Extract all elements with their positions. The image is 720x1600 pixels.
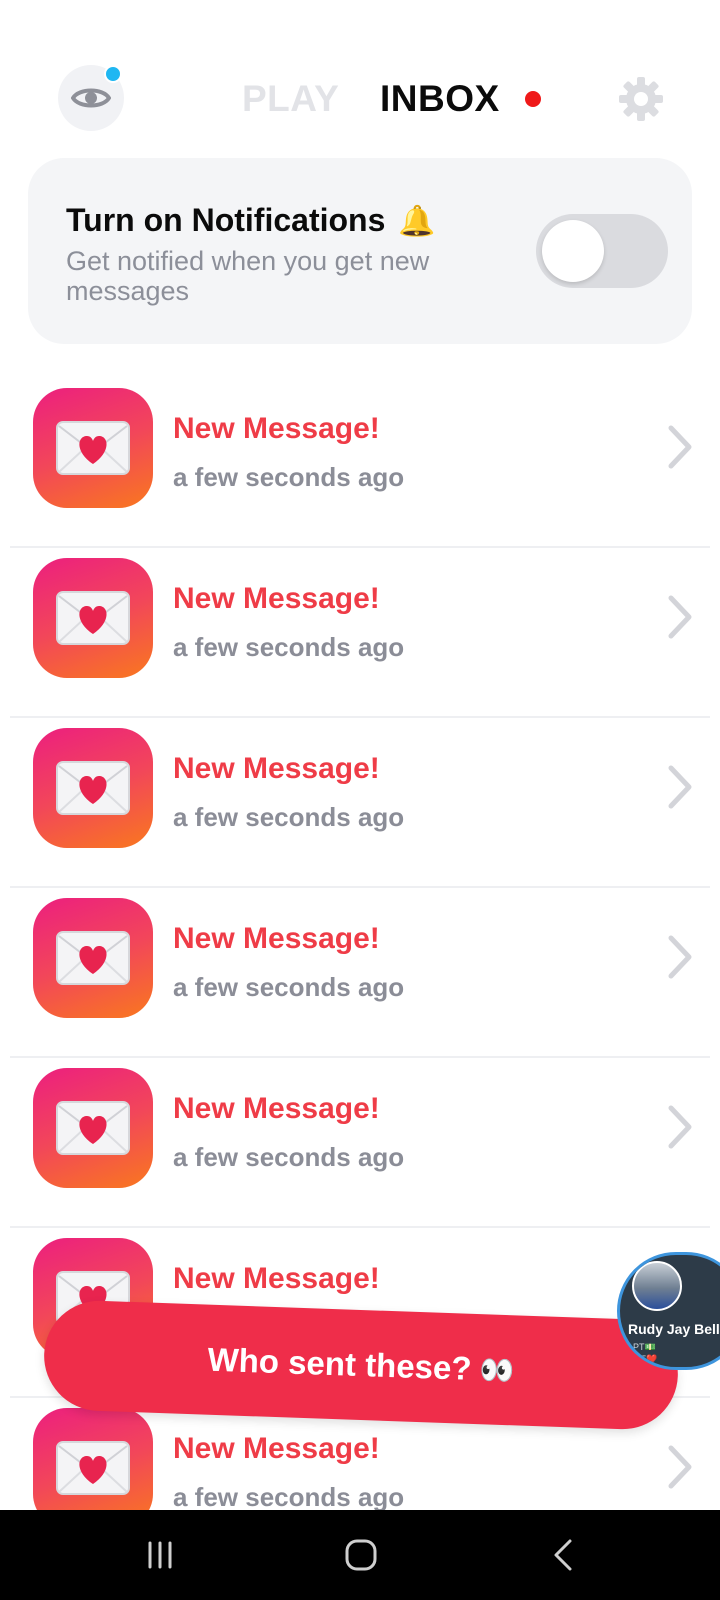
new-indicator-dot (104, 65, 122, 83)
message-title: New Message! (173, 582, 380, 615)
message-title: New Message! (173, 1432, 380, 1465)
message-title: New Message! (173, 1092, 380, 1125)
message-timestamp: a few seconds ago (173, 972, 405, 1002)
chevron-right-icon (668, 1105, 692, 1149)
toggle-knob (542, 220, 604, 282)
love-letter-icon (33, 1068, 153, 1188)
message-row[interactable]: New Message! a few seconds ago (0, 718, 720, 888)
eye-icon (71, 88, 111, 108)
profile-subtitle-line1: LPT💵 (628, 1342, 656, 1352)
chevron-right-icon (668, 765, 692, 809)
notifications-toggle[interactable] (536, 214, 668, 288)
cta-label: Who sent these? (207, 1340, 473, 1387)
profile-subtitle: LPT💵 SUF❤️ (628, 1341, 657, 1365)
chat-head-bubble[interactable]: Rudy Jay Bell LPT💵 SUF❤️ (617, 1252, 720, 1370)
notifications-title: Turn on Notifications 🔔 (66, 202, 436, 239)
notifications-card: Turn on Notifications 🔔 Get notified whe… (28, 158, 692, 344)
message-row[interactable]: New Message! a few seconds ago (0, 1058, 720, 1228)
message-title: New Message! (173, 922, 380, 955)
header: PLAY INBOX (0, 0, 720, 150)
love-letter-icon (33, 388, 153, 508)
tab-play[interactable]: PLAY (242, 78, 339, 120)
tab-inbox[interactable]: INBOX (380, 78, 500, 120)
message-row[interactable]: New Message! a few seconds ago (0, 548, 720, 718)
love-letter-icon (33, 728, 153, 848)
message-timestamp: a few seconds ago (173, 1482, 405, 1510)
home-icon[interactable] (341, 1535, 381, 1575)
love-letter-icon (33, 1408, 153, 1510)
message-row[interactable]: New Message! a few seconds ago (0, 888, 720, 1058)
message-title: New Message! (173, 752, 380, 785)
who-sent-these-button[interactable]: Who sent these? 👀 (42, 1298, 680, 1432)
message-title: New Message! (173, 412, 380, 445)
chevron-right-icon (668, 425, 692, 469)
message-title: New Message! (173, 1262, 380, 1295)
profile-subtitle-line2: SUF❤️ (628, 1354, 658, 1364)
message-timestamp: a few seconds ago (173, 802, 405, 832)
eye-button[interactable] (58, 65, 124, 131)
message-timestamp: a few seconds ago (173, 632, 405, 662)
love-letter-icon (33, 558, 153, 678)
profile-name: Rudy Jay Bell (628, 1321, 720, 1337)
love-letter-icon (33, 898, 153, 1018)
screen: PLAY INBOX Turn on Notifications 🔔 Get n… (0, 0, 720, 1600)
chevron-right-icon (668, 935, 692, 979)
back-icon[interactable] (544, 1535, 584, 1575)
chevron-right-icon (668, 1445, 692, 1489)
eyes-icon: 👀 (478, 1353, 515, 1386)
recent-apps-icon[interactable] (140, 1535, 180, 1575)
avatar (632, 1261, 682, 1311)
settings-button[interactable] (618, 76, 664, 122)
system-nav-bar (0, 1510, 720, 1600)
notifications-title-text: Turn on Notifications (66, 202, 386, 238)
bell-icon: 🔔 (398, 205, 436, 238)
message-timestamp: a few seconds ago (173, 462, 405, 492)
notifications-subtitle: Get notified when you get new messages (66, 246, 430, 306)
gear-icon (619, 77, 663, 121)
chevron-right-icon (668, 595, 692, 639)
message-timestamp: a few seconds ago (173, 1142, 405, 1172)
inbox-unread-dot (525, 91, 541, 107)
message-row[interactable]: New Message! a few seconds ago (0, 378, 720, 548)
